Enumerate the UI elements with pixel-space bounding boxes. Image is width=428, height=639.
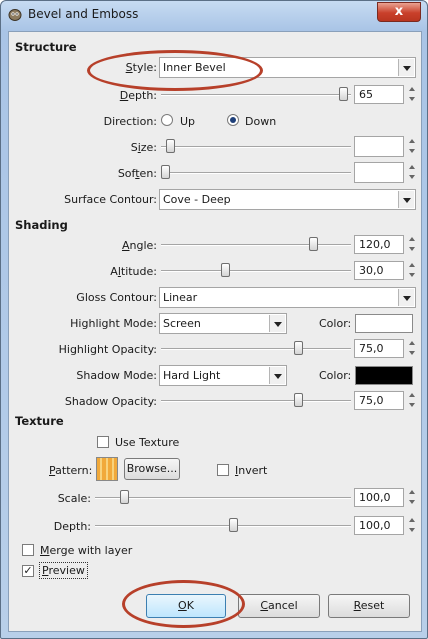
depth-slider-track[interactable] xyxy=(161,94,351,96)
reset-button[interactable]: Reset xyxy=(328,594,410,618)
depth-label: Depth: xyxy=(119,89,157,102)
highlight-opacity-slider-track[interactable] xyxy=(161,348,351,350)
scale-label: Scale: xyxy=(57,492,91,505)
altitude-input[interactable]: 30,0 xyxy=(354,261,404,280)
close-icon: x xyxy=(394,4,404,19)
invert-label: Invert xyxy=(235,464,268,477)
highlight-color-button[interactable] xyxy=(355,314,413,333)
highlight-opacity-label: Highlight Opacity: xyxy=(58,343,157,356)
direction-label: Direction: xyxy=(103,115,157,128)
use-texture-label: Use Texture xyxy=(115,436,180,449)
angle-input[interactable]: 120,0 xyxy=(354,235,404,254)
chevron-down-icon[interactable] xyxy=(398,191,414,208)
gimp-app-icon xyxy=(7,6,23,22)
size-slider-track[interactable] xyxy=(161,146,351,148)
merge-with-layer-label: Merge with layer xyxy=(40,544,133,557)
shadow-color-button[interactable] xyxy=(355,366,413,385)
depth-input[interactable]: 65 xyxy=(354,85,404,104)
texture-depth-input[interactable]: 100,0 xyxy=(354,516,404,535)
checkmark-icon: ✓ xyxy=(23,564,33,577)
scale-slider-track[interactable] xyxy=(95,497,351,499)
texture-depth-slider-track[interactable] xyxy=(95,525,351,527)
altitude-label: Altitude: xyxy=(110,265,157,278)
texture-heading: Texture xyxy=(15,414,64,428)
direction-down-label: Down xyxy=(245,115,277,128)
texture-depth-spinner[interactable] xyxy=(406,515,417,536)
direction-down-radio[interactable] xyxy=(227,114,239,126)
highlight-opacity-spinner[interactable] xyxy=(406,338,417,359)
shadow-opacity-label: Shadow Opacity: xyxy=(64,395,157,408)
shadow-opacity-slider-track[interactable] xyxy=(161,400,351,402)
highlight-mode-label: Highlight Mode: xyxy=(70,317,157,330)
depth-slider-thumb[interactable] xyxy=(339,87,348,101)
pattern-preview[interactable] xyxy=(96,457,118,481)
texture-depth-label: Depth: xyxy=(53,520,91,533)
highlight-mode-value: Screen xyxy=(163,317,201,330)
size-slider-thumb[interactable] xyxy=(166,139,175,153)
title-bar[interactable]: Bevel and Emboss x xyxy=(1,1,427,27)
merge-with-layer-checkbox[interactable] xyxy=(22,544,34,556)
shadow-opacity-spinner[interactable] xyxy=(406,390,417,411)
surface-contour-value: Cove - Deep xyxy=(163,193,231,206)
browse-button[interactable]: Browse... xyxy=(124,458,180,480)
shadow-mode-combo[interactable]: Hard Light xyxy=(159,365,287,386)
pattern-swatch-icon xyxy=(97,458,117,480)
shadow-color-label: Color: xyxy=(319,369,352,382)
size-spinner[interactable] xyxy=(406,136,417,157)
shading-heading: Shading xyxy=(15,218,68,232)
direction-up-label: Up xyxy=(180,115,196,128)
altitude-spinner[interactable] xyxy=(406,260,417,281)
chevron-down-icon[interactable] xyxy=(269,367,285,384)
angle-label: Angle: xyxy=(121,239,157,252)
scale-slider-thumb[interactable] xyxy=(120,490,129,504)
chevron-down-icon[interactable] xyxy=(398,289,414,306)
soften-spinner[interactable] xyxy=(406,162,417,183)
chevron-down-icon[interactable] xyxy=(398,59,414,76)
close-button[interactable]: x xyxy=(377,2,421,22)
preview-checkbox[interactable]: ✓ xyxy=(22,565,34,577)
direction-up-radio[interactable] xyxy=(161,114,173,126)
dialog-content: Structure Style: Inner Bevel Depth: 65 D… xyxy=(8,31,422,632)
use-texture-checkbox[interactable] xyxy=(97,436,109,448)
structure-heading: Structure xyxy=(15,40,77,54)
angle-slider-track[interactable] xyxy=(161,244,351,246)
window-title: Bevel and Emboss xyxy=(28,7,139,21)
soften-slider-track[interactable] xyxy=(161,172,351,174)
invert-checkbox[interactable] xyxy=(217,464,229,476)
shadow-opacity-input[interactable]: 75,0 xyxy=(354,391,404,410)
browse-label: Browse... xyxy=(126,462,178,475)
annotation-ellipse-ok xyxy=(122,580,245,628)
angle-slider-thumb[interactable] xyxy=(309,237,318,251)
highlight-mode-combo[interactable]: Screen xyxy=(159,313,287,334)
pattern-label: Pattern: xyxy=(49,464,93,477)
soften-input[interactable] xyxy=(354,162,404,183)
gloss-contour-label: Gloss Contour: xyxy=(76,291,157,304)
surface-contour-label: Surface Contour: xyxy=(64,193,157,206)
scale-input[interactable]: 100,0 xyxy=(354,488,404,507)
shadow-mode-label: Shadow Mode: xyxy=(76,369,157,382)
gloss-contour-combo[interactable]: Linear xyxy=(159,287,416,308)
altitude-slider-thumb[interactable] xyxy=(221,263,230,277)
highlight-opacity-slider-thumb[interactable] xyxy=(294,341,303,355)
cancel-button[interactable]: Cancel xyxy=(238,594,320,618)
shadow-opacity-slider-thumb[interactable] xyxy=(294,393,303,407)
chevron-down-icon[interactable] xyxy=(269,315,285,332)
highlight-opacity-input[interactable]: 75,0 xyxy=(354,339,404,358)
angle-spinner[interactable] xyxy=(406,234,417,255)
size-input[interactable] xyxy=(354,136,404,157)
dialog-window: Bevel and Emboss x Structure Style: Inne… xyxy=(0,0,428,639)
texture-depth-slider-thumb[interactable] xyxy=(229,518,238,532)
altitude-slider-track[interactable] xyxy=(161,270,351,272)
shadow-mode-value: Hard Light xyxy=(163,369,221,382)
highlight-color-label: Color: xyxy=(319,317,352,330)
scale-spinner[interactable] xyxy=(406,487,417,508)
soften-label: Soften: xyxy=(117,167,157,180)
annotation-ellipse-style xyxy=(87,50,263,91)
depth-spinner[interactable] xyxy=(406,84,417,105)
surface-contour-combo[interactable]: Cove - Deep xyxy=(159,189,416,210)
gloss-contour-value: Linear xyxy=(163,291,198,304)
soften-slider-thumb[interactable] xyxy=(161,165,170,179)
size-label: Size: xyxy=(130,141,157,154)
preview-label: Preview xyxy=(39,562,88,579)
